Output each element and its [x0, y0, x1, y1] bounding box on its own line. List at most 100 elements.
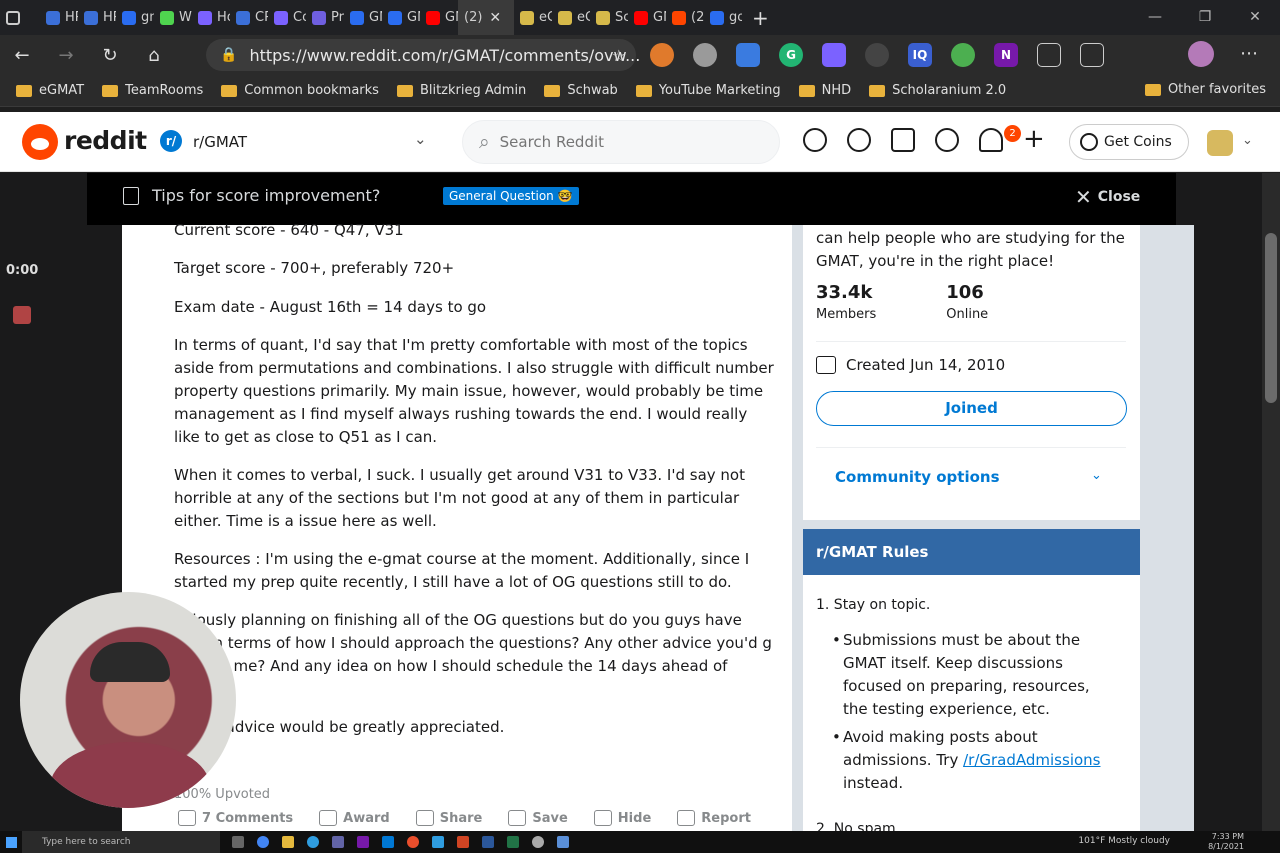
browser-tab[interactable]: W: [154, 0, 192, 35]
refresh-icon[interactable]: ↻: [88, 45, 132, 66]
browser-tab[interactable]: GN: [420, 0, 458, 35]
coin-icon[interactable]: [847, 128, 871, 152]
more-options-icon[interactable]: ⋯: [1240, 43, 1258, 64]
teams-icon[interactable]: [332, 836, 344, 848]
rule-2-title[interactable]: 2. No spam: [816, 821, 896, 831]
extension-icon-6[interactable]: [865, 43, 889, 67]
home-icon[interactable]: ⌂: [132, 45, 176, 66]
scroll-thumb[interactable]: [1265, 233, 1277, 403]
bookmark-item[interactable]: eGMAT: [16, 83, 84, 98]
browser-tab[interactable]: HP: [78, 0, 116, 35]
pen-icon[interactable]: [736, 43, 760, 67]
post-action-report[interactable]: Report: [677, 810, 751, 826]
reddit-logo-icon[interactable]: [22, 124, 58, 160]
tab-active[interactable]: (2) ✕: [458, 0, 514, 35]
chrome-icon[interactable]: [257, 836, 269, 848]
extension-icon-5[interactable]: [822, 43, 846, 67]
window-close-icon[interactable]: ✕: [1230, 0, 1280, 35]
browser-tab[interactable]: eG: [514, 0, 552, 35]
extension-icon-1[interactable]: [650, 43, 674, 67]
stop-recording-icon[interactable]: [13, 306, 31, 324]
taskbar-search[interactable]: Type here to search: [22, 831, 220, 853]
minimize-icon[interactable]: —: [1130, 0, 1180, 35]
reddit-wordmark[interactable]: reddit: [64, 126, 147, 155]
extension-icon-7[interactable]: IQ: [908, 43, 932, 67]
bookmark-other-favorites[interactable]: Other favorites: [1144, 82, 1266, 97]
joined-button[interactable]: Joined: [816, 391, 1127, 426]
post-action-share[interactable]: Share: [415, 810, 482, 826]
post-flair[interactable]: General Question 🤓: [443, 187, 579, 205]
url-field[interactable]: 🔒 https://www.reddit.com/r/GMAT/comments…: [206, 39, 640, 71]
subreddit-name[interactable]: r/GMAT: [193, 133, 247, 151]
chevron-down-icon[interactable]: ⌄: [1091, 468, 1102, 483]
excel-icon[interactable]: [507, 836, 519, 848]
popular-icon[interactable]: [803, 128, 827, 152]
plus-icon[interactable]: +: [1023, 126, 1045, 152]
community-options-toggle[interactable]: Community options: [835, 468, 1000, 486]
grad-admissions-link[interactable]: /r/GradAdmissions: [963, 751, 1100, 769]
mail-icon[interactable]: [432, 836, 444, 848]
browser-tab[interactable]: Co: [268, 0, 306, 35]
post-action-save[interactable]: Save: [508, 810, 568, 826]
file-explorer-icon[interactable]: [282, 836, 294, 848]
tab-close-icon[interactable]: ✕: [489, 10, 501, 26]
search-input[interactable]: [499, 133, 740, 151]
bookmark-item[interactable]: Schwab: [544, 83, 618, 98]
browser-tab[interactable]: HP: [40, 0, 78, 35]
profile-avatar[interactable]: [1188, 41, 1214, 67]
browser-tab[interactable]: eG: [552, 0, 590, 35]
browser-tab[interactable]: Scl: [590, 0, 628, 35]
page-scrollbar[interactable]: [1262, 173, 1280, 831]
powerpoint-icon[interactable]: [457, 836, 469, 848]
close-button[interactable]: ✕ Close: [1075, 185, 1140, 209]
collections-icon[interactable]: [1080, 43, 1104, 67]
word-icon[interactable]: [482, 836, 494, 848]
browser-tab[interactable]: Pr: [306, 0, 344, 35]
post-action-comment[interactable]: 7 Comments: [178, 810, 293, 826]
app-icon[interactable]: [557, 836, 569, 848]
bookmark-item[interactable]: Blitzkrieg Admin: [396, 83, 526, 98]
post-action-award[interactable]: Award: [319, 810, 390, 826]
tab-actions-icon[interactable]: [0, 0, 40, 35]
extension-icon-2[interactable]: [693, 43, 717, 67]
onenote-icon[interactable]: N: [994, 43, 1018, 67]
settings-icon[interactable]: [532, 836, 544, 848]
back-icon[interactable]: ←: [0, 45, 44, 66]
extension-icon-8[interactable]: [951, 43, 975, 67]
browser-tab[interactable]: CP: [230, 0, 268, 35]
new-tab-icon[interactable]: +: [742, 6, 779, 30]
rule-1-title[interactable]: 1. Stay on topic.: [816, 597, 930, 613]
windows-start-icon[interactable]: [0, 831, 22, 853]
bookmark-item[interactable]: YouTube Marketing: [635, 83, 781, 98]
task-view-icon[interactable]: [232, 836, 244, 848]
user-avatar[interactable]: [1207, 130, 1233, 156]
bookmark-item[interactable]: Scholaranium 2.0: [869, 83, 1006, 98]
favorite-star-icon[interactable]: ☆: [612, 46, 626, 65]
grammarly-icon[interactable]: G: [779, 43, 803, 67]
bell-icon[interactable]: [979, 128, 1003, 152]
browser-tab[interactable]: GN: [382, 0, 420, 35]
chevron-down-icon[interactable]: ⌄: [414, 130, 427, 148]
user-menu-chevron-icon[interactable]: ⌄: [1242, 133, 1253, 148]
video-icon[interactable]: [891, 128, 915, 152]
browser-tab[interactable]: GN: [628, 0, 666, 35]
post-action-hide[interactable]: Hide: [593, 810, 651, 826]
forward-icon[interactable]: →: [44, 45, 88, 66]
bookmark-item[interactable]: NHD: [798, 83, 851, 98]
bookmark-item[interactable]: TeamRooms: [102, 83, 203, 98]
browser-tab[interactable]: gn: [116, 0, 154, 35]
onenote-icon[interactable]: [357, 836, 369, 848]
puzzle-icon[interactable]: [1037, 43, 1061, 67]
edge-icon[interactable]: [307, 836, 319, 848]
browser-tab[interactable]: (2): [666, 0, 704, 35]
weather-widget[interactable]: 101°F Mostly cloudy: [1078, 836, 1170, 846]
taskbar-clock[interactable]: 7:33 PM 8/1/2021: [1208, 832, 1244, 852]
browser-tab[interactable]: Ho: [192, 0, 230, 35]
bookmark-item[interactable]: Common bookmarks: [221, 83, 379, 98]
outlook-icon[interactable]: [382, 836, 394, 848]
chat-icon[interactable]: [935, 128, 959, 152]
restore-icon[interactable]: ❐: [1180, 0, 1230, 35]
browser-tab[interactable]: GN: [344, 0, 382, 35]
get-coins-button[interactable]: Get Coins: [1069, 124, 1189, 160]
firefox-icon[interactable]: [407, 836, 419, 848]
